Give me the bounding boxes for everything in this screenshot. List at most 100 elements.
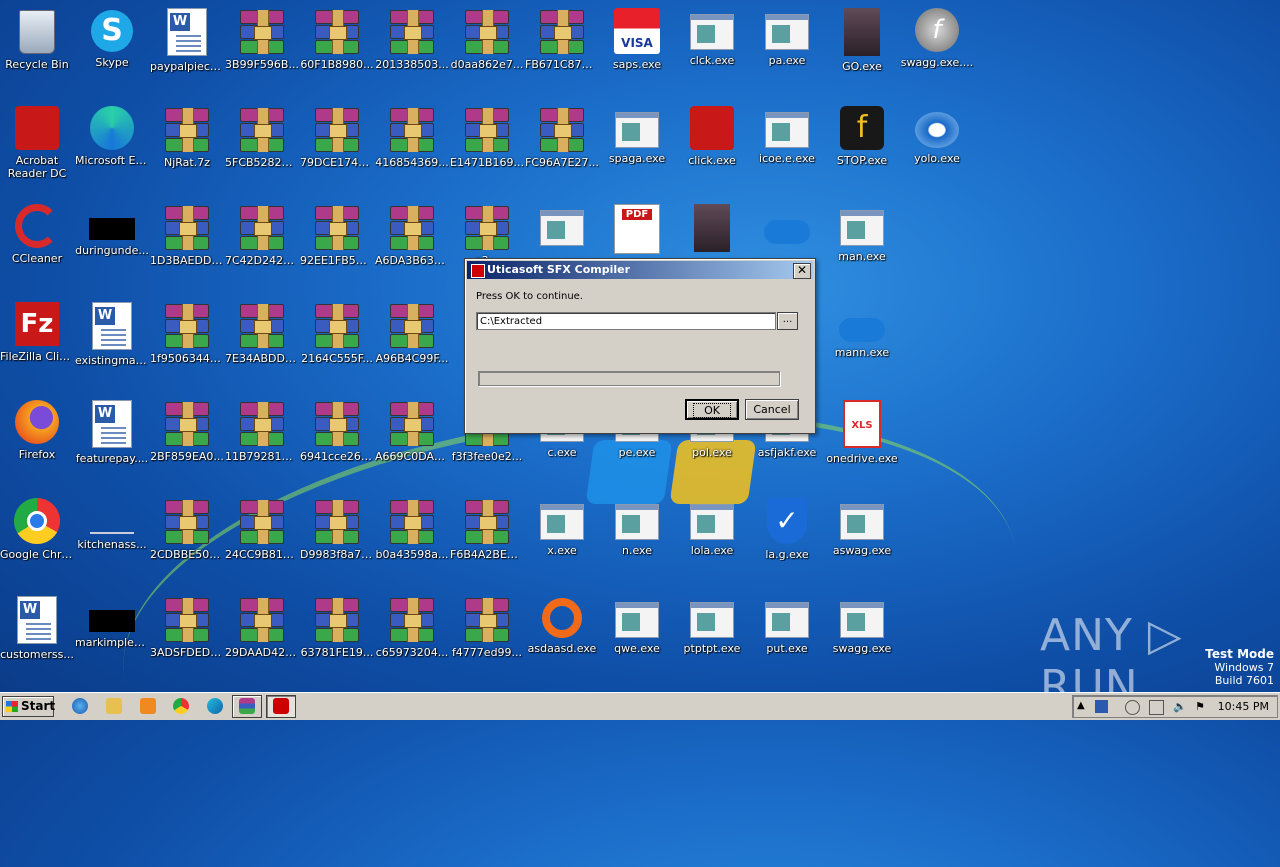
desktop-icon-label: D9983f8a77...: [300, 548, 374, 561]
desktop-icon[interactable]: 79DCE1749...: [300, 100, 374, 169]
desktop-icon[interactable]: aswag.exe: [825, 492, 899, 557]
desktop-icon[interactable]: markimplem...: [75, 590, 149, 649]
desktop-icon[interactable]: Firefox: [0, 394, 74, 461]
desktop-icon[interactable]: 2CDBBE504...: [150, 492, 224, 561]
desktop-icon[interactable]: kitchenass...: [75, 492, 149, 551]
desktop-icon[interactable]: 2164C555F...: [300, 296, 374, 365]
exe-window-icon: [615, 112, 659, 148]
desktop-icon[interactable]: VISA saps.exe: [600, 2, 674, 71]
cancel-button[interactable]: Cancel: [745, 399, 799, 420]
desktop-icon[interactable]: A6DA3B639...: [375, 198, 449, 267]
tray-expand-icon[interactable]: ▲: [1077, 700, 1090, 713]
desktop-icon[interactable]: put.exe: [750, 590, 824, 655]
desktop-icon[interactable]: click.exe: [675, 100, 749, 167]
desktop-icon[interactable]: 7E34ABDD1...: [225, 296, 299, 365]
desktop-icon[interactable]: 6941cce26c...: [300, 394, 374, 463]
desktop-icon[interactable]: 416854369...: [375, 100, 449, 169]
close-button[interactable]: ✕: [793, 263, 811, 279]
desktop-icon[interactable]: clck.exe: [675, 2, 749, 67]
desktop-icon[interactable]: Fz FileZilla Client: [0, 296, 74, 363]
desktop-icon[interactable]: XLS onedrive.exe: [825, 394, 899, 465]
desktop-icon[interactable]: GO.exe: [825, 2, 899, 73]
desktop-icon[interactable]: A669C0DA6...: [375, 394, 449, 463]
extract-path-input[interactable]: C:\Extracted: [476, 312, 776, 330]
desktop-icon[interactable]: Wpaypalpiece...: [150, 2, 224, 73]
media-player-icon[interactable]: [140, 698, 156, 714]
desktop-icon[interactable]: 5FCB5282D...: [225, 100, 299, 169]
volume-icon[interactable]: 🔈: [1173, 700, 1187, 713]
desktop-icon[interactable]: FC96A7E27...: [525, 100, 599, 169]
desktop-icon[interactable]: Acrobat Reader DC: [0, 100, 74, 180]
desktop-icon[interactable]: Wexistingmar...: [75, 296, 149, 367]
desktop-icon[interactable]: F6B4A2BE0...: [450, 492, 524, 561]
desktop-icon[interactable]: 1D3BAEDD7...: [150, 198, 224, 267]
desktop-icon[interactable]: ✓ la.g.exe: [750, 492, 824, 561]
desktop-icon[interactable]: spaga.exe: [600, 100, 674, 165]
desktop-icon[interactable]: 11B79281A...: [225, 394, 299, 463]
desktop-icon[interactable]: n.exe: [600, 492, 674, 557]
desktop-icon[interactable]: Google Chrome: [0, 492, 74, 561]
desktop-icon[interactable]: f swagg.exe....: [900, 2, 974, 69]
chrome-icon[interactable]: [173, 698, 189, 714]
desktop-icon[interactable]: f4777ed99...: [450, 590, 524, 659]
desktop-icon[interactable]: duringunde...: [75, 198, 149, 257]
desktop-icon[interactable]: E1471B169...: [450, 100, 524, 169]
desktop-icon[interactable]: e3...: [450, 198, 524, 267]
desktop-icon[interactable]: asdaasd.exe: [525, 590, 599, 655]
desktop-icon[interactable]: S Skype: [75, 2, 149, 69]
monitor-icon[interactable]: [1149, 700, 1164, 715]
desktop-icon[interactable]: Microsoft Edge: [75, 100, 149, 167]
desktop-icon[interactable]: pa.exe: [750, 2, 824, 67]
desktop-icon[interactable]: [675, 198, 749, 256]
desktop-icon[interactable]: 201338503...: [375, 2, 449, 71]
desktop-icon[interactable]: swagg.exe: [825, 590, 899, 655]
desktop-icon[interactable]: qwe.exe: [600, 590, 674, 655]
desktop-icon[interactable]: c65973204...: [375, 590, 449, 659]
desktop-icon[interactable]: 2BF859EA0...: [150, 394, 224, 463]
ie-icon[interactable]: [72, 698, 88, 714]
dialog-title-bar[interactable]: Uticasoft SFX Compiler ✕: [467, 261, 813, 279]
taskbar-sfx-button[interactable]: [266, 695, 296, 718]
desktop-icon[interactable]: 3B99F596B...: [225, 2, 299, 71]
desktop-icon[interactable]: Wfeaturepay....: [75, 394, 149, 465]
desktop-icon[interactable]: 92EE1FB5D...: [300, 198, 374, 267]
winrar-archive-icon: [165, 402, 209, 446]
desktop-icon[interactable]: d0aa862e7...: [450, 2, 524, 71]
desktop-icon[interactable]: x.exe: [525, 492, 599, 557]
desktop-icon[interactable]: b0a43598a...: [375, 492, 449, 561]
desktop-icon[interactable]: PDF: [600, 198, 674, 258]
desktop-icon[interactable]: mann.exe: [825, 296, 899, 359]
clock[interactable]: 10:45 PM: [1218, 700, 1269, 713]
edge-icon[interactable]: [207, 698, 223, 714]
desktop-icon[interactable]: Recycle Bin: [0, 2, 74, 71]
desktop-icon[interactable]: D9983f8a77...: [300, 492, 374, 561]
desktop-icon[interactable]: 29DAAD42D...: [225, 590, 299, 659]
desktop-icon[interactable]: 63781FE19...: [300, 590, 374, 659]
desktop-icon[interactable]: [525, 198, 599, 250]
desktop-icon[interactable]: man.exe: [825, 198, 899, 263]
desktop-icon[interactable]: 3ADSFDED9...: [150, 590, 224, 659]
desktop-icon[interactable]: lola.exe: [675, 492, 749, 557]
desktop-icon[interactable]: f STOP.exe: [825, 100, 899, 167]
desktop-icon[interactable]: Wcustomerss...: [0, 590, 74, 661]
desktop-icon[interactable]: [750, 198, 824, 248]
desktop-icon[interactable]: icoe.e.exe: [750, 100, 824, 165]
desktop-icon[interactable]: CCleaner: [0, 198, 74, 265]
desktop-icon[interactable]: 24CC9B811...: [225, 492, 299, 561]
browse-button[interactable]: ...: [777, 312, 798, 330]
desktop-icon[interactable]: yolo.exe: [900, 100, 974, 165]
explorer-folder-icon[interactable]: [106, 698, 122, 714]
tray-app-icon[interactable]: [1095, 700, 1108, 713]
desktop-icon[interactable]: 7C42D2426...: [225, 198, 299, 267]
ok-button[interactable]: OK: [685, 399, 739, 420]
desktop-icon[interactable]: 60F1B8980...: [300, 2, 374, 71]
network-icon[interactable]: [1125, 700, 1140, 715]
desktop-icon[interactable]: NjRat.7z: [150, 100, 224, 169]
desktop-icon[interactable]: 1f95063441...: [150, 296, 224, 365]
flag-icon[interactable]: ⚑: [1195, 700, 1208, 713]
start-button[interactable]: Start: [2, 696, 55, 717]
desktop-icon[interactable]: FB671C873...: [525, 2, 599, 71]
desktop-icon[interactable]: ptptpt.exe: [675, 590, 749, 655]
desktop-icon[interactable]: A96B4C99F...: [375, 296, 449, 365]
taskbar-winrar-button[interactable]: [232, 695, 262, 718]
